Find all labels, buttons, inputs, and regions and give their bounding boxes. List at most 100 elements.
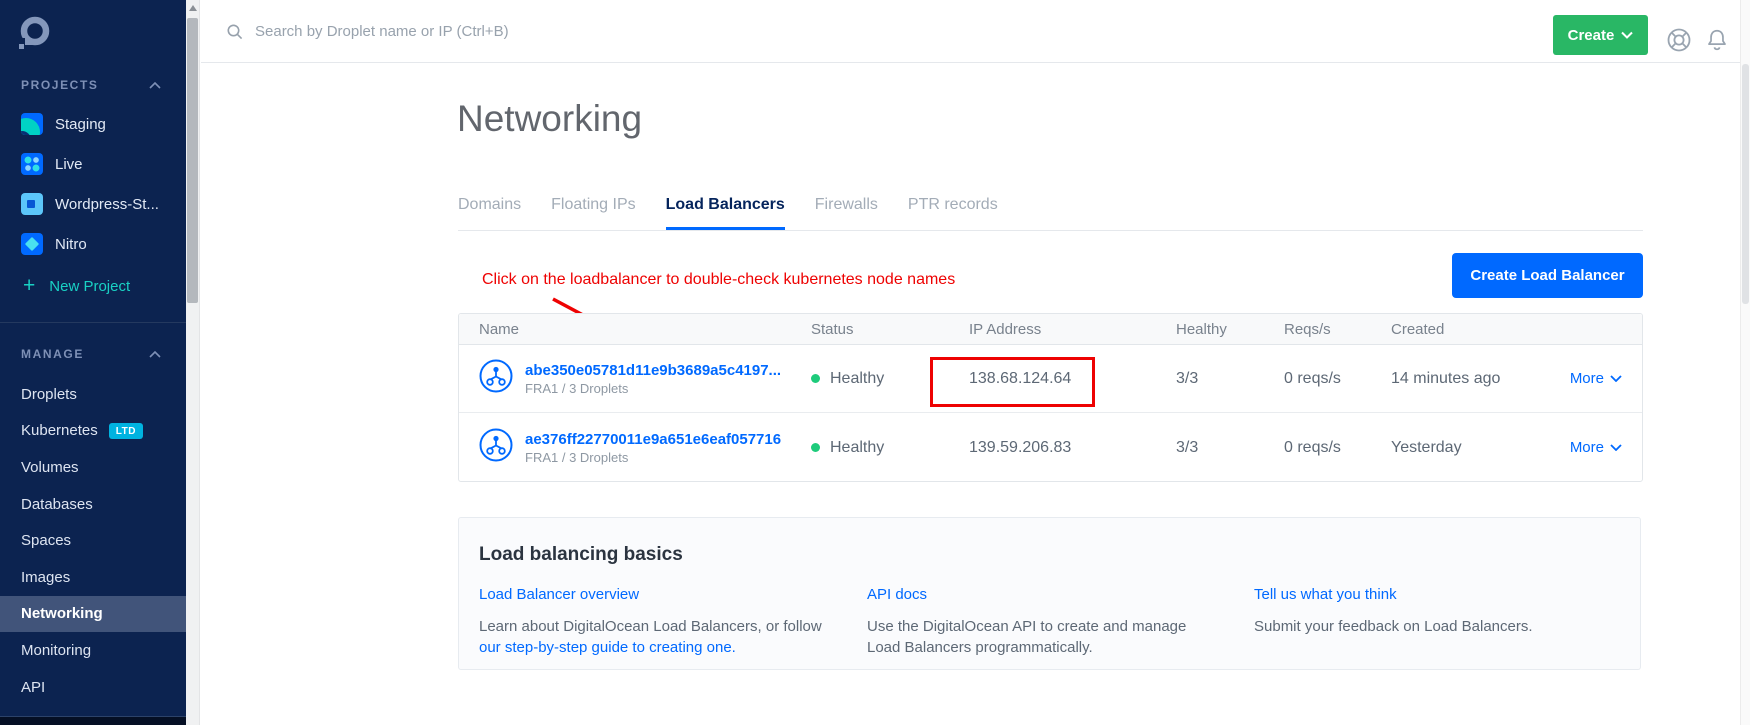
basics-body-link[interactable]: our step-by-step guide to creating one. [479, 639, 736, 656]
sidebar-manage-item[interactable]: Droplets [0, 376, 186, 413]
basics-title: Load balancing basics [479, 544, 683, 566]
sidebar-project-item[interactable]: Staging [0, 104, 186, 144]
table-body: abe350e05781d11e9b3689a5c4197... FRA1 / … [459, 345, 1642, 482]
requests-per-second: 0 reqs/s [1284, 439, 1391, 457]
create-button-label: Create [1568, 27, 1615, 44]
status-label: Healthy [830, 370, 884, 388]
column-header-healthy: Healthy [1176, 321, 1284, 338]
load-balancer-icon [479, 428, 513, 467]
status-label: Healthy [830, 439, 884, 457]
manage-item-label: Monitoring [21, 642, 91, 659]
more-button[interactable]: More [1570, 370, 1622, 387]
search-icon [226, 23, 244, 41]
create-load-balancer-button[interactable]: Create Load Balancer [1452, 253, 1643, 298]
load-balancer-meta: FRA1 / 3 Droplets [525, 381, 781, 396]
sidebar-project-item[interactable]: Wordpress-St... [0, 184, 186, 224]
window-scrollbar-thumb[interactable] [1742, 64, 1749, 304]
table-row[interactable]: abe350e05781d11e9b3689a5c4197... FRA1 / … [459, 345, 1642, 413]
new-project-button[interactable]: + New Project [21, 270, 130, 302]
sidebar-project-item[interactable]: Nitro [0, 224, 186, 264]
chevron-up-icon[interactable] [149, 82, 161, 89]
window-scrollbar[interactable] [1740, 0, 1750, 725]
staging-project-icon [21, 113, 43, 135]
tab[interactable]: PTR records [908, 196, 998, 230]
health-status-dot [811, 443, 820, 452]
manage-list: Droplets Kubernetes LTD Volumes Database… [0, 376, 186, 705]
load-balancer-name-link[interactable]: ae376ff22770011e9a651e6eaf057716 [525, 431, 781, 448]
load-balancer-meta: FRA1 / 3 Droplets [525, 450, 781, 465]
manage-item-label: API [21, 679, 45, 696]
column-header-created: Created [1391, 321, 1642, 338]
wordpress-project-icon [21, 193, 43, 215]
sidebar-manage-item[interactable]: Monitoring [0, 632, 186, 669]
create-button[interactable]: Create [1553, 15, 1648, 55]
basics-body-text: Learn about DigitalOcean Load Balancers,… [479, 618, 822, 635]
basics-link[interactable]: Load Balancer overview [479, 586, 639, 603]
sidebar-scrollbar-thumb[interactable] [187, 18, 198, 303]
sidebar-scrollbar[interactable] [186, 0, 200, 725]
sidebar-manage-item[interactable]: API [0, 669, 186, 706]
more-button[interactable]: More [1570, 439, 1622, 456]
annotation-text: Click on the loadbalancer to double-chec… [482, 271, 955, 289]
basics-column: Tell us what you think Submit your feedb… [1254, 586, 1599, 637]
help-lifebuoy-icon[interactable] [1664, 25, 1694, 60]
project-label: Live [55, 156, 83, 173]
search-input[interactable] [255, 23, 775, 40]
tab[interactable]: Load Balancers [666, 196, 785, 230]
load-balancer-icon [479, 359, 513, 398]
notifications-bell-icon[interactable] [1704, 27, 1730, 58]
ip-address: 138.68.124.64 [969, 370, 1176, 388]
sidebar-manage-item[interactable]: Volumes [0, 449, 186, 486]
manage-header: MANAGE [21, 347, 84, 361]
healthy-count: 3/3 [1176, 439, 1284, 457]
created-time: Yesterday [1391, 439, 1462, 457]
manage-item-label: Volumes [21, 459, 79, 476]
basics-link[interactable]: Tell us what you think [1254, 586, 1397, 603]
sidebar-manage-item[interactable]: Spaces [0, 522, 186, 559]
tab[interactable]: Domains [458, 196, 521, 230]
sidebar-bottom-strip [0, 716, 186, 725]
sidebar-manage-item[interactable]: Kubernetes LTD [0, 413, 186, 450]
requests-per-second: 0 reqs/s [1284, 370, 1391, 388]
page-title: Networking [457, 98, 642, 140]
basics-column: Load Balancer overview Learn about Digit… [479, 586, 849, 658]
chevron-down-icon [1610, 375, 1622, 382]
manage-item-label: Images [21, 569, 70, 586]
sidebar-project-item[interactable]: Live [0, 144, 186, 184]
health-status-dot [811, 374, 820, 383]
column-header-ip: IP Address [969, 321, 1176, 338]
project-label: Nitro [55, 236, 87, 253]
nitro-project-icon [21, 233, 43, 255]
table-row[interactable]: ae376ff22770011e9a651e6eaf057716 FRA1 / … [459, 413, 1642, 482]
tab[interactable]: Floating IPs [551, 196, 635, 230]
scrollbar-up-arrow-icon[interactable] [189, 5, 197, 11]
column-header-reqs: Reqs/s [1284, 321, 1391, 338]
column-header-name: Name [479, 321, 811, 338]
manage-item-label: Droplets [21, 386, 77, 403]
load-balancing-basics-panel: Load balancing basics Load Balancer over… [458, 517, 1641, 670]
basics-link[interactable]: API docs [867, 586, 927, 603]
load-balancer-name-link[interactable]: abe350e05781d11e9b3689a5c4197... [525, 362, 781, 379]
topbar: Create [201, 0, 1750, 63]
chevron-down-icon [1621, 31, 1633, 39]
plus-icon: + [23, 276, 35, 296]
sidebar-manage-item[interactable]: Networking [0, 596, 186, 633]
manage-item-label: Databases [21, 496, 93, 513]
tab[interactable]: Firewalls [815, 196, 878, 230]
digitalocean-logo-icon[interactable] [18, 16, 52, 55]
projects-header: PROJECTS [21, 78, 98, 92]
chevron-down-icon [1610, 444, 1622, 451]
table-header-row: Name Status IP Address Healthy Reqs/s Cr… [459, 314, 1642, 345]
manage-item-label: Spaces [21, 532, 71, 549]
sidebar-manage-item[interactable]: Images [0, 559, 186, 596]
basics-body-text: Use the DigitalOcean API to create and m… [867, 618, 1186, 656]
chevron-up-icon[interactable] [149, 351, 161, 358]
load-balancers-table: Name Status IP Address Healthy Reqs/s Cr… [458, 313, 1643, 482]
healthy-count: 3/3 [1176, 370, 1284, 388]
sidebar-manage-item[interactable]: Databases [0, 486, 186, 523]
project-label: Wordpress-St... [55, 196, 159, 213]
sidebar: PROJECTS Staging Live Wordpress-St... Ni… [0, 0, 186, 725]
sidebar-divider [0, 322, 186, 323]
projects-list: Staging Live Wordpress-St... Nitro [0, 104, 186, 264]
basics-body-text: Submit your feedback on Load Balancers. [1254, 618, 1533, 635]
